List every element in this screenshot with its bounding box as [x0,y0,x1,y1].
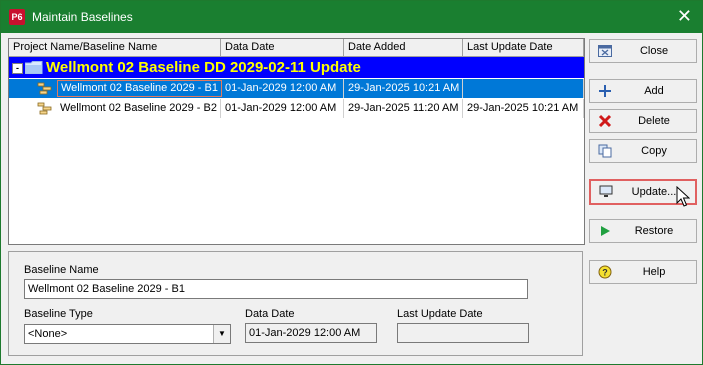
monitor-icon [599,185,613,197]
help-button[interactable]: ? Help [589,260,697,284]
date-added-cell: 29-Jan-2025 11:20 AM [344,99,463,118]
baseline-type-select[interactable]: <None> ▼ [24,324,231,344]
data-date-label: Data Date [245,308,295,320]
svg-text:?: ? [602,268,608,278]
close-button[interactable]: Close [589,39,697,63]
window-close-icon[interactable]: ✕ [677,6,692,26]
baseline-row[interactable]: Wellmont 02 Baseline 2029 - B2 01-Jan-20… [9,99,584,118]
baseline-name-cell[interactable]: Wellmont 02 Baseline 2029 - B1 [57,80,222,97]
copy-button-label: Copy [641,145,667,157]
baseline-name-cell[interactable]: Wellmont 02 Baseline 2029 - B2 [57,99,221,118]
plus-icon [599,85,611,97]
baseline-type-label: Baseline Type [24,308,93,320]
red-x-icon [598,114,612,128]
project-group-row[interactable]: - Wellmont 02 Baseline DD 2029-02-11 Upd… [9,57,584,78]
close-button-label: Close [639,45,669,57]
play-icon [601,226,610,236]
p6-app-icon: P6 [9,9,25,25]
data-date-cell: 01-Jan-2029 12:00 AM [221,99,344,118]
last-update-cell [463,79,584,98]
restore-button[interactable]: Restore [589,219,697,243]
date-added-cell: 29-Jan-2025 10:21 AM [344,79,463,98]
window-title: Maintain Baselines [32,10,133,24]
folder-icon [25,61,43,74]
copy-button[interactable]: Copy [589,139,697,163]
baseline-icon [37,102,52,115]
baseline-type-value: <None> [28,328,68,340]
column-header-date-added[interactable]: Date Added [344,39,463,56]
data-date-cell: 01-Jan-2029 12:00 AM [221,79,344,98]
grid-header: Project Name/Baseline Name Data Date Dat… [9,39,584,57]
mouse-cursor-icon [676,186,690,207]
copy-icon [598,144,612,158]
baseline-row[interactable]: Wellmont 02 Baseline 2029 - B1 01-Jan-20… [9,79,584,98]
add-button[interactable]: Add [589,79,697,103]
column-header-data-date[interactable]: Data Date [221,39,344,56]
column-header-last-update[interactable]: Last Update Date [463,39,584,56]
help-button-label: Help [642,266,666,278]
question-icon: ? [598,265,612,279]
data-date-field: 01-Jan-2029 12:00 AM [245,323,377,343]
add-button-label: Add [644,85,664,97]
last-update-cell: 29-Jan-2025 10:21 AM [463,99,584,118]
delete-button[interactable]: Delete [589,109,697,133]
collapse-toggle[interactable]: - [12,63,23,74]
title-bar: P6 Maintain Baselines ✕ [1,1,702,33]
baseline-details-panel: Baseline Name Wellmont 02 Baseline 2029 … [8,251,583,356]
dropdown-arrow-icon[interactable]: ▼ [213,325,230,343]
last-update-date-label: Last Update Date [397,308,483,320]
restore-button-label: Restore [634,225,674,237]
baseline-name-label: Baseline Name [24,264,99,276]
baseline-icon [37,82,52,95]
delete-button-label: Delete [638,115,670,127]
close-dialog-icon [598,45,612,57]
column-header-name[interactable]: Project Name/Baseline Name [9,39,221,56]
project-group-label: Wellmont 02 Baseline DD 2029-02-11 Updat… [46,59,361,76]
baseline-name-field[interactable]: Wellmont 02 Baseline 2029 - B1 [24,279,528,299]
last-update-date-field [397,323,529,343]
baselines-grid[interactable]: Project Name/Baseline Name Data Date Dat… [8,38,585,245]
maintain-baselines-dialog: P6 Maintain Baselines ✕ Project Name/Bas… [0,0,703,365]
